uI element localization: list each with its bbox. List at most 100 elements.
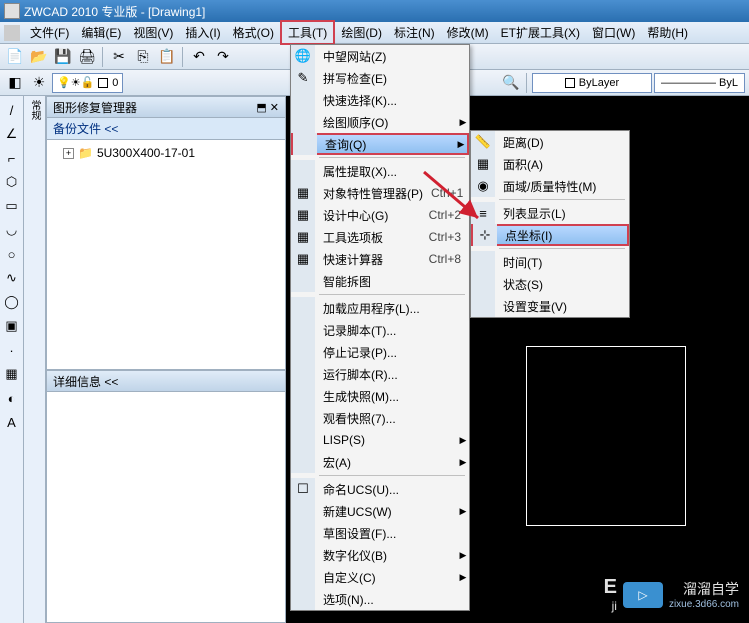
backup-section[interactable]: 备份文件 <<	[46, 118, 286, 140]
print-icon[interactable]: 🖨	[76, 46, 98, 68]
tools-menu-item[interactable]: 快速选择(K)...	[291, 89, 469, 111]
tools-menu-item[interactable]: 记录脚本(T)...	[291, 319, 469, 341]
ellipse-icon[interactable]: ◯	[2, 292, 22, 312]
menu-separator	[319, 294, 465, 295]
cut-icon[interactable]: ✂	[108, 46, 130, 68]
menu-item-icon	[291, 111, 315, 133]
menu-item-icon	[291, 270, 315, 292]
tools-menu-item[interactable]: 停止记录(P)...	[291, 341, 469, 363]
tools-menu-item[interactable]: 观看快照(7)...	[291, 407, 469, 429]
menu-item-shortcut: Ctrl+3	[429, 230, 469, 244]
submenu-arrow-icon: ▶	[457, 117, 469, 128]
tools-menu-item[interactable]: 自定义(C)▶	[291, 566, 469, 588]
tools-menu-item[interactable]: ▦对象特性管理器(P)Ctrl+1	[291, 182, 469, 204]
copy-icon[interactable]: ⎘	[132, 46, 154, 68]
menu-item-label: 数字化仪(B)	[315, 547, 457, 564]
tools-menu-item[interactable]: ▦快速计算器Ctrl+8	[291, 248, 469, 270]
submenu-arrow-icon: ▶	[457, 550, 469, 561]
panel-title: 图形修复管理器	[53, 99, 137, 116]
tools-menu-item[interactable]: 选项(N)...	[291, 588, 469, 610]
expand-icon[interactable]: +	[63, 148, 74, 159]
menu-window[interactable]: 窗口(W)	[586, 22, 641, 43]
redo-icon[interactable]: ↷	[212, 46, 234, 68]
query-menu-item[interactable]: 📏距离(D)	[471, 131, 629, 153]
tree-item[interactable]: + 📁 5U300X400-17-01	[51, 144, 281, 162]
menu-tools[interactable]: 工具(T)	[280, 20, 335, 45]
vert-text-icon[interactable]: 常规	[27, 100, 42, 120]
tools-menu-item[interactable]: 属性提取(X)...	[291, 160, 469, 182]
menu-item-label: 列表显示(L)	[495, 205, 629, 222]
tools-menu-item[interactable]: LISP(S)▶	[291, 429, 469, 451]
close-icon[interactable]: ⬒ ✕	[256, 101, 279, 114]
menu-item-icon: ◉	[471, 175, 495, 197]
backup-label: 备份文件 <<	[53, 120, 118, 137]
query-menu-item[interactable]: 时间(T)	[471, 251, 629, 273]
tools-menu-item[interactable]: ▦工具选项板Ctrl+3	[291, 226, 469, 248]
menu-item-icon	[291, 363, 315, 385]
menu-separator	[319, 475, 465, 476]
tools-menu-item[interactable]: ☐命名UCS(U)...	[291, 478, 469, 500]
query-menu-item[interactable]: ▦面积(A)	[471, 153, 629, 175]
new-icon[interactable]: 📄	[4, 46, 26, 68]
query-menu-item[interactable]: ≡列表显示(L)	[471, 202, 629, 224]
menu-insert[interactable]: 插入(I)	[179, 22, 226, 43]
polygon-icon[interactable]: ⬡	[2, 172, 22, 192]
menu-modify[interactable]: 修改(M)	[441, 22, 495, 43]
tools-menu-item[interactable]: 智能拆图	[291, 270, 469, 292]
circle-icon[interactable]: ○	[2, 244, 22, 264]
recovery-panel-header: 图形修复管理器 ⬒ ✕	[46, 96, 286, 118]
spline-icon[interactable]: ∿	[2, 268, 22, 288]
sun-icon[interactable]: ☀	[28, 72, 50, 94]
undo-icon[interactable]: ↶	[188, 46, 210, 68]
text-icon[interactable]: A	[2, 412, 22, 432]
query-menu-item[interactable]: ⊹点坐标(I)	[471, 224, 629, 246]
line-icon[interactable]: /	[2, 100, 22, 120]
paste-icon[interactable]: 📋	[156, 46, 178, 68]
query-menu-item[interactable]: ◉面域/质量特性(M)	[471, 175, 629, 197]
tools-menu-item[interactable]: ✎拼写检查(E)	[291, 67, 469, 89]
rectangle-icon[interactable]: ▭	[2, 196, 22, 216]
tools-menu-item[interactable]: 加载应用程序(L)...	[291, 297, 469, 319]
layer-dropdown[interactable]: 💡 ☀ 🔓 0	[52, 73, 123, 93]
backup-tree: + 📁 5U300X400-17-01	[46, 140, 286, 370]
menu-format[interactable]: 格式(O)	[227, 22, 280, 43]
tools-menu-item[interactable]: 数字化仪(B)▶	[291, 544, 469, 566]
separator	[182, 47, 184, 67]
tools-menu-item[interactable]: 草图设置(F)...	[291, 522, 469, 544]
tools-menu-item[interactable]: 绘图顺序(O)▶	[291, 111, 469, 133]
tools-menu-item[interactable]: 新建UCS(W)▶	[291, 500, 469, 522]
xline-icon[interactable]: ∠	[2, 124, 22, 144]
polyline-icon[interactable]: ⌐	[2, 148, 22, 168]
details-panel-header[interactable]: 详细信息 <<	[46, 370, 286, 392]
menu-file[interactable]: 文件(F)	[24, 22, 75, 43]
menu-view[interactable]: 视图(V)	[127, 22, 179, 43]
menu-item-label: 对象特性管理器(P)	[315, 185, 431, 202]
tools-menu-item[interactable]: 运行脚本(R)...	[291, 363, 469, 385]
menu-dimension[interactable]: 标注(N)	[388, 22, 441, 43]
search-icon[interactable]: 🔍	[500, 72, 522, 94]
save-icon[interactable]: 💾	[52, 46, 74, 68]
menu-edit[interactable]: 编辑(E)	[75, 22, 127, 43]
open-icon[interactable]: 📂	[28, 46, 50, 68]
app-icon	[4, 3, 20, 19]
linetype-dropdown[interactable]: ————— ByL	[654, 73, 745, 93]
region-icon[interactable]: ◐	[2, 388, 22, 408]
tools-menu-item[interactable]: ▦设计中心(G)Ctrl+2	[291, 204, 469, 226]
tools-menu-item[interactable]: 查询(Q)▶	[291, 133, 469, 155]
tools-menu-item[interactable]: 宏(A)▶	[291, 451, 469, 473]
block-icon[interactable]: ▣	[2, 316, 22, 336]
tools-menu-item[interactable]: 生成快照(M)...	[291, 385, 469, 407]
menu-help[interactable]: 帮助(H)	[641, 22, 694, 43]
menu-et-extend[interactable]: ET扩展工具(X)	[495, 22, 586, 43]
menu-item-icon	[291, 522, 315, 544]
tools-menu-item[interactable]: 🌐中望网站(Z)	[291, 45, 469, 67]
query-menu-item[interactable]: 状态(S)	[471, 273, 629, 295]
hatch-icon[interactable]: ▦	[2, 364, 22, 384]
arc-icon[interactable]: ◡	[2, 220, 22, 240]
point-icon[interactable]: ·	[2, 340, 22, 360]
menu-draw[interactable]: 绘图(D)	[335, 22, 388, 43]
layer-icon[interactable]: ◧	[4, 72, 26, 94]
linetype-value: ByL	[719, 77, 738, 89]
color-dropdown[interactable]: ByLayer	[532, 73, 652, 93]
query-menu-item[interactable]: 设置变量(V)	[471, 295, 629, 317]
